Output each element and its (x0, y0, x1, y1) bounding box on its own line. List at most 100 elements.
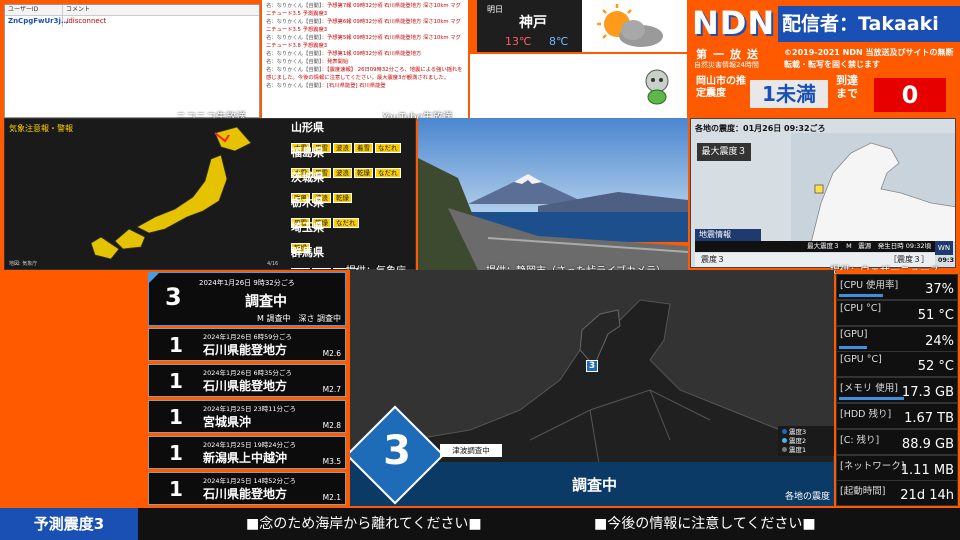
comment-viewer: ユーザーID コメント ZnCpgFwUr3j... /disconnect (4, 4, 260, 118)
quake-magnitude: M2.7 (322, 385, 341, 394)
comment-text: /disconnect (66, 17, 107, 25)
live-camera-view (418, 118, 688, 270)
eq-intensity-value: 3 (383, 428, 411, 474)
quake-place: 石川県能登地方 (203, 343, 288, 357)
chat-text: 発表開始 (326, 59, 349, 65)
streamer-name: Takaaki (858, 13, 939, 35)
quake-intensity: 1 (169, 441, 183, 465)
monitor-value: 52 °C (917, 359, 954, 375)
system-monitor: [CPU 使用率] 37% [CPU °C] 51 °C [GPU] 24% [GPU °C… (836, 270, 960, 506)
bottom-ticker: 予測震度3 ■念のため海岸から離れてください■ ■今後の情報に注意してください■ (0, 508, 960, 540)
current-quake-corner (149, 273, 159, 283)
prefecture-name: 茨城県 (291, 171, 324, 184)
mountain-scene-image (418, 118, 688, 270)
quake-magnitude: M2.6 (322, 349, 341, 358)
quake-time: 2024年1月26日 6時35分ごろ (203, 369, 292, 377)
mascot-panel (470, 54, 687, 118)
chat-user: 名：なりかくん【自動】 (266, 59, 322, 65)
youtube-chat-log: 名：なりかくん【自動】：予想第7報 09時32分頃 石川県能登地方 深さ10km… (262, 0, 468, 118)
eq-legend: 震度3 震度2 震度1 (778, 426, 834, 456)
quake-history-item[interactable]: 1 2024年1月26日 6時35分ごろ 石川県能登地方 M2.7 (148, 364, 346, 397)
legend-label: 震度1 (789, 446, 807, 454)
wn-bottom-left: 震度３ (701, 255, 725, 264)
monitor-value: 1.67 TB (904, 411, 954, 426)
weather-info: 明日 神戸 13℃ 8℃ (477, 0, 582, 52)
col-comment: コメント (66, 6, 91, 13)
quake-history-item[interactable]: 1 2024年1月25日 19時24分ごろ 新潟県上中越沖 M3.5 (148, 436, 346, 469)
legend-item: 震度1 (782, 446, 830, 455)
quake-history-item[interactable]: 1 2024年1月25日 14時52分ごろ 石川県能登地方 M2.1 (148, 472, 346, 505)
chat-message: 名：なりかくん【自動】：予想第7報 09時32分頃 石川県能登地方 深さ10km… (266, 3, 461, 17)
monitor-bar (839, 345, 867, 349)
current-quake-card[interactable]: 3 2024年1月26日 9時32分ごろ 調査中 M 調査中 深さ 調査中 (148, 272, 346, 326)
prefecture-warning: 埼玉県 乾燥 (291, 219, 415, 253)
monitor-value: 24% (925, 333, 954, 349)
quake-intensity: 1 (169, 405, 183, 429)
prefecture-name: 栃木県 (291, 196, 324, 209)
city-intensity-value: 1未満 (750, 80, 828, 108)
chat-message: 名：なりかくん【自動】：[石川県能登] 石川県能登 (266, 83, 386, 89)
map-footer-left: 地図: 気象庁 (9, 261, 38, 267)
chat-user: 名：なりかくん【自動】 (266, 67, 322, 73)
comment-row[interactable]: ZnCpgFwUr3j... /disconnect (5, 16, 259, 27)
broadcast-sub: 自然災害情報24時間 (694, 61, 759, 69)
chat-user: 名：なりかくん【自動】 (266, 3, 322, 9)
quake-intensity: 1 (169, 477, 183, 501)
streamer-prefix: 配信者： (782, 13, 859, 35)
map-footer-right: 4/16 (267, 261, 279, 267)
chat-message: 名：なりかくん【自動】：発表開始 (266, 59, 349, 65)
ticker-intensity: 予測震度3 (0, 508, 138, 540)
wn-max-intensity: 最大震度３ (697, 143, 751, 161)
quake-history-item[interactable]: 1 2024年1月25日 23時11分ごろ 宮城県沖 M2.8 (148, 400, 346, 433)
warning-map-panel: 気象注意報・警報 地図: 気象庁 4/16 山形県 大雪 風雪 波浪 着雪 なだれ 福島県大… (4, 118, 416, 270)
comment-user[interactable]: ZnCpgFwUr3j... (5, 16, 69, 27)
arrival-label: 到達まで (836, 74, 858, 100)
monitor-label: [HDD 残り] (840, 409, 892, 420)
chat-message: 名：なりかくん【自動】：予想第5報 09時32分頃 石川県能登地方 深さ10km… (266, 35, 461, 49)
quake-place: 宮城県沖 (203, 415, 252, 429)
copyright-text: ©2019-2021 NDN 当放送及びサイトの無断転載・転写を固く禁じます (784, 48, 954, 69)
monitor-value: 21d 14h (900, 488, 954, 504)
prefecture-name: 山形県 (291, 121, 324, 134)
streamer-banner: 配信者：Takaaki (778, 6, 960, 42)
quake-magnitude: M2.8 (322, 421, 341, 430)
monitor-label: [CPU 使用率] (840, 280, 899, 291)
monitor-bar (839, 397, 904, 401)
prefecture-warning: 山形県 大雪 風雪 波浪 着雪 なだれ (291, 119, 415, 153)
weather-day: 明日 (487, 5, 503, 14)
chat-user: 名：なりかくん【自動】 (266, 19, 322, 25)
warning-title: 気象注意報・警報 (9, 124, 73, 133)
monitor-row: [起動時間] 21d 14h (836, 480, 958, 506)
monitor-row: [C: 残り] 88.9 GB (836, 428, 958, 455)
monitor-value: 51 °C (917, 307, 954, 323)
ticker-message-1: ■念のため海岸から離れてください■ (246, 516, 482, 532)
comment-header: ユーザーID コメント (5, 5, 259, 16)
chat-message: 名：なりかくん【自動】：【震度速報】 26日09時32分ころ、地震による強い揺れ… (266, 67, 463, 81)
monitor-label: [起動時間] (840, 486, 886, 498)
legend-label: 震度3 (789, 428, 807, 436)
monitor-bar (839, 294, 883, 297)
wn-time: 09:3 (937, 256, 954, 264)
sun-cloud-icon (597, 4, 663, 47)
wn-info-title: 地震情報 (695, 229, 761, 241)
earthquake-history-list: 3 2024年1月26日 9時32分ごろ 調査中 M 調査中 深さ 調査中 1 … (144, 270, 350, 506)
chat-text: [石川県能登] 石川県能登 (326, 83, 386, 89)
monitor-value: 1.11 MB (900, 462, 954, 478)
legend-item: 震度3 (782, 428, 830, 437)
japan-map (90, 126, 252, 260)
arrival-countdown: 0 (874, 78, 946, 112)
monitor-value: 17.3 GB (901, 385, 954, 401)
monitor-row: [ネットワーク] 1.11 MB (836, 454, 958, 481)
current-quake-detail: M 調査中 深さ 調査中 (257, 314, 341, 323)
quake-time: 2024年1月26日 6時59分ごろ (203, 333, 292, 341)
prefecture-warning: 栃木県 風雪 乾燥 なだれ (291, 194, 415, 228)
monitor-row: [CPU 使用率] 37% (836, 274, 958, 300)
weathernews-panel: 各地の震度：01月26日 09:32ごろ 最大震度３ 地震情報 最大震度３ M … (690, 118, 956, 268)
prefecture-name: 埼玉県 (291, 221, 324, 234)
wn-logo: WN (935, 241, 953, 255)
prefecture-name: 福島県 (291, 146, 324, 159)
chat-message: 名：なりかくん【自動】：予想第6報 09時32分頃 石川県能登地方 深さ10km… (266, 19, 461, 33)
monitor-row: [メモリ 使用] 17.3 GB (836, 377, 958, 404)
quake-history-item[interactable]: 1 2024年1月26日 6時59分ごろ 石川県能登地方 M2.6 (148, 328, 346, 361)
monitor-row: [GPU °C] 52 °C (836, 351, 958, 378)
